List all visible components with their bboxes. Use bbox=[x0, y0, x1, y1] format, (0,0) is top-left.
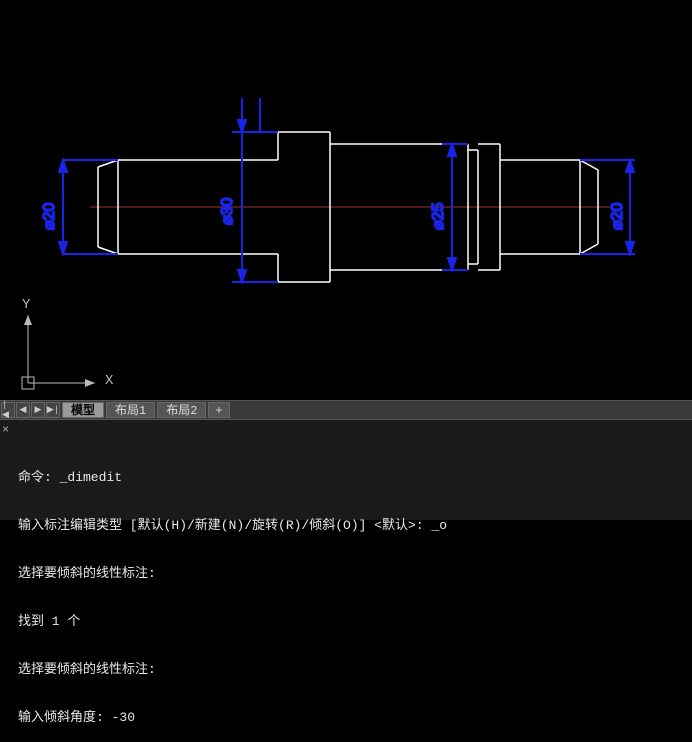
command-line: 选择要倾斜的线性标注: bbox=[18, 662, 688, 678]
ucs-x-label: X bbox=[105, 373, 113, 389]
tab-nav-prev[interactable]: ◀ bbox=[16, 402, 30, 418]
tab-layout1[interactable]: 布局1 bbox=[106, 402, 155, 418]
command-line: 找到 1 个 bbox=[18, 614, 688, 630]
tab-add[interactable]: + bbox=[208, 402, 229, 418]
ucs-y-label: Y bbox=[22, 297, 30, 313]
ucs-icon: X Y bbox=[10, 295, 110, 395]
command-line-panel[interactable]: × 命令: _dimedit 输入标注编辑类型 [默认(H)/新建(N)/旋转(… bbox=[0, 420, 692, 520]
dim-d3-text: ⌀25 bbox=[430, 202, 447, 230]
dim-d2-text: ⌀30 bbox=[219, 197, 236, 225]
dim-d4-text: ⌀20 bbox=[609, 202, 626, 230]
command-line: 输入倾斜角度: -30 bbox=[18, 710, 688, 726]
dim-d1-text: ⌀20 bbox=[41, 202, 58, 230]
tab-model[interactable]: 模型 bbox=[62, 402, 104, 418]
tab-nav-next[interactable]: ▶ bbox=[31, 402, 45, 418]
tab-nav-last[interactable]: ▶| bbox=[46, 402, 60, 418]
command-line: 输入标注编辑类型 [默认(H)/新建(N)/旋转(R)/倾斜(O)] <默认>:… bbox=[18, 518, 688, 534]
layout-tab-bar: |◀ ◀ ▶ ▶| 模型 布局1 布局2 + bbox=[0, 400, 692, 420]
tab-layout2[interactable]: 布局2 bbox=[157, 402, 206, 418]
close-icon[interactable]: × bbox=[2, 422, 14, 434]
command-line: 选择要倾斜的线性标注: bbox=[18, 566, 688, 582]
command-line: 命令: _dimedit bbox=[18, 470, 688, 486]
tab-nav-first[interactable]: |◀ bbox=[1, 402, 15, 418]
drawing-canvas[interactable]: ⌀20 ⌀30 ⌀25 ⌀20 bbox=[0, 0, 692, 400]
